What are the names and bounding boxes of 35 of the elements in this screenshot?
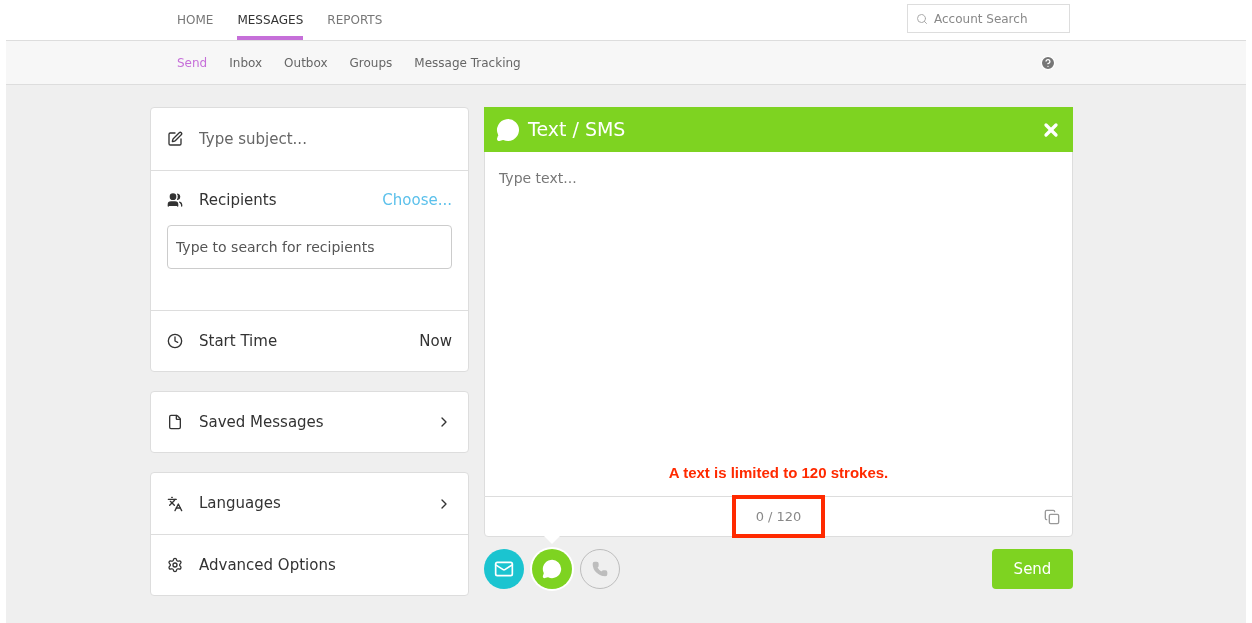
search-icon xyxy=(916,13,928,25)
help-icon[interactable] xyxy=(1040,54,1056,71)
gears-icon xyxy=(167,557,183,573)
copy-icon[interactable] xyxy=(1044,508,1060,525)
language-icon xyxy=(167,495,183,512)
sub-nav-tab[interactable]: Send xyxy=(177,53,208,72)
envelope-icon xyxy=(494,559,514,579)
saved-messages-row[interactable]: Saved Messages xyxy=(150,391,469,453)
option-row[interactable]: Advanced Options xyxy=(151,534,468,595)
sub-nav-tab[interactable]: Groups xyxy=(349,53,393,72)
chat-bubble-icon xyxy=(496,117,520,142)
channel-button[interactable] xyxy=(484,549,524,589)
document-icon xyxy=(167,414,183,430)
annotation-text: A text is limited to 120 strokes. xyxy=(484,461,1073,496)
edit-icon xyxy=(167,131,183,147)
people-icon xyxy=(167,192,183,209)
phone-icon xyxy=(592,561,608,577)
start-time-label: Start Time xyxy=(199,330,278,352)
recipients-label: Recipients xyxy=(199,190,277,211)
composer-title: Text / SMS xyxy=(528,117,626,143)
character-counter: 0 / 120 xyxy=(731,494,826,539)
option-row[interactable]: Languages xyxy=(151,473,468,534)
recipient-search-field[interactable]: Type to search for recipients xyxy=(167,224,452,269)
nav-tab[interactable]: REPORTS xyxy=(327,0,383,40)
sub-nav-tab[interactable]: Outbox xyxy=(284,53,328,72)
nav-tab[interactable]: HOME xyxy=(177,0,214,40)
account-search-field[interactable]: Account Search xyxy=(907,4,1070,33)
sub-nav-tab[interactable]: Message Tracking xyxy=(414,53,521,72)
start-time-value[interactable]: Now xyxy=(419,329,452,353)
subject-field[interactable]: Type subject... xyxy=(199,127,452,151)
chat-bubble-icon xyxy=(542,559,562,579)
clock-icon xyxy=(167,333,183,349)
channel-button[interactable] xyxy=(532,549,572,589)
sub-nav-tab[interactable]: Inbox xyxy=(229,53,263,72)
message-text-field[interactable]: Type text... xyxy=(484,152,1073,462)
